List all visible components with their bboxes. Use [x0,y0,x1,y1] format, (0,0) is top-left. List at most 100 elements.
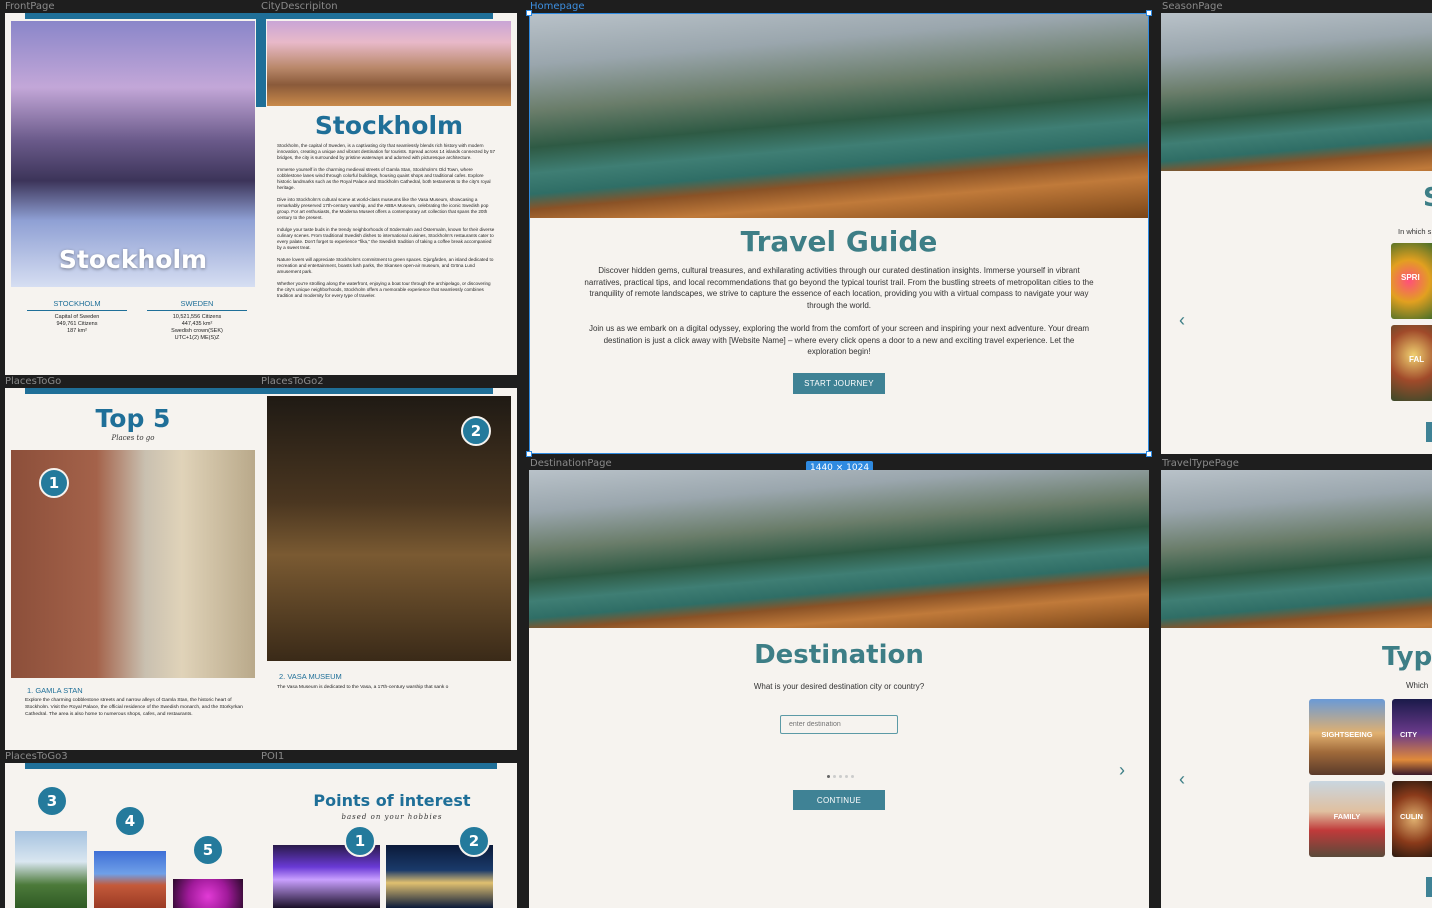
sweden-fact-line: UTC+1(2) ME(S)Z [174,335,220,341]
place3-photo [15,831,87,908]
sweden-fact-line: 447,435 km² [181,321,213,327]
description-paragraph: Dive into Stockholm's cultural scene at … [277,197,489,220]
vasa-museum-title: 2. VASA MUSEUM [279,672,342,681]
frame-homepage[interactable]: Travel Guide Discover hidden gems, cultu… [529,13,1149,454]
next-arrow-icon[interactable]: › [1119,761,1125,779]
poi-title: Points of interest [313,791,471,810]
stockholm-fact-line: 949,761 Citizens [56,321,98,327]
top5-title: Top 5 [95,404,171,433]
continue-button-partial[interactable] [1426,877,1432,897]
continue-button[interactable]: CONTINUE [793,790,885,810]
frame-destinationpage[interactable]: Destination What is your desired destina… [529,470,1149,908]
stockholm-night-photo: Stockholm [11,21,255,287]
frame-traveltypepage[interactable]: Typ Which ‹ SIGHTSEEING CITY FAMILY CULI… [1161,470,1432,908]
sweden-fact-line: 10,521,556 Citizens [172,314,222,320]
frame-label-traveltypepage[interactable]: TravelTypePage [1162,458,1239,469]
start-journey-button[interactable]: START JOURNEY [793,373,885,394]
frame-label-placestogo3[interactable]: PlacesToGo3 [5,751,68,762]
frame-placestogo-spread[interactable]: Top 5 Places to go 1 1. GAMLA STAN Explo… [5,388,517,750]
step-dot-active [827,775,830,778]
resize-handle[interactable] [1146,451,1152,457]
city-description-body: Stockholm, the capital of Sweden, is a c… [277,143,497,305]
place5-photo [173,879,243,908]
frame-placestogo3-spread[interactable]: 3 4 5 Points of interest based on your h… [5,763,517,908]
frame-frontpage-spread[interactable]: Stockholm STOCKHOLM Capital of Sweden 94… [5,13,517,375]
frame-label-placestogo[interactable]: PlacesToGo [5,376,61,387]
city-card-label: CITY [1400,730,1418,739]
front-page-title: Stockholm [58,245,208,274]
travel-type-question: Which [1406,681,1429,690]
place-number-badge: 3 [36,785,68,817]
design-canvas[interactable]: FrontPage CityDescripiton Homepage Seaso… [0,0,1432,908]
frame-label-destinationpage[interactable]: DestinationPage [530,458,612,469]
step-indicator [827,775,854,778]
culinary-card-label: CULIN [1400,812,1423,821]
side-accent-bar [256,19,266,107]
place4-photo [94,851,166,908]
description-paragraph: Whether you're strolling along the water… [277,281,491,298]
spring-card[interactable]: SPRI [1391,243,1432,319]
place-number-badge: 5 [192,834,224,866]
step-dot [833,775,836,778]
vasa-museum-text: The Vasa Museum is dedicated to the Vasa… [277,685,449,690]
frame-label-homepage[interactable]: Homepage [530,1,585,12]
description-paragraph: Indulge your taste buds in the trendy ne… [277,227,495,250]
stockholm-facts: STOCKHOLM Capital of Sweden 949,761 Citi… [27,299,127,335]
frame-label-placestogo2[interactable]: PlacesToGo2 [261,376,324,387]
description-paragraph: Nature lovers will appreciate Stockholm'… [277,257,494,274]
stockholm-fact-line: Capital of Sweden [54,314,100,320]
step-dot [839,775,842,778]
travel-type-title: Typ [1382,642,1432,672]
homepage-join-paragraph: Join us as we embark on a digital odysse… [588,324,1090,357]
hero-lake-photo [1161,13,1432,171]
city-description-title: Stockholm [314,111,464,140]
stockholm-heading: STOCKHOLM [27,299,127,311]
poi-number-badge: 1 [344,825,376,857]
step-dot [845,775,848,778]
sweden-heading: SWEDEN [147,299,247,311]
city-card[interactable]: CITY [1392,699,1432,775]
culinary-card[interactable]: CULIN [1392,781,1432,857]
fall-card-label: FAL [1409,355,1425,364]
sweden-facts: SWEDEN 10,521,556 Citizens 447,435 km² S… [147,299,247,342]
season-question: In which s [1398,227,1432,236]
frame-label-seasonpage[interactable]: SeasonPage [1162,1,1223,12]
place-number-badge: 4 [114,805,146,837]
resize-handle[interactable] [526,451,532,457]
place-number-badge: 2 [461,416,491,446]
destination-input[interactable] [780,715,898,734]
homepage-title: Travel Guide [740,225,938,258]
step-dot [851,775,854,778]
hero-lake-photo [529,13,1149,218]
poi-number-badge: 2 [458,825,490,857]
stockholm-day-photo [267,21,511,106]
hero-lake-photo [1161,470,1432,628]
season-title: S [1423,183,1432,213]
top-accent-bar [25,388,493,394]
homepage-intro-paragraph: Discover hidden gems, cultural treasures… [584,266,1094,310]
frame-label-poi1[interactable]: POI1 [261,751,284,762]
family-card[interactable]: FAMILY [1309,781,1385,857]
gamla-stan-text: Explore the charming cobblestone streets… [25,698,243,717]
spring-card-label: SPRI [1401,273,1420,282]
frame-seasonpage[interactable]: S In which s ‹ SPRI FAL [1161,13,1432,454]
destination-title: Destination [754,640,924,670]
prev-arrow-icon[interactable]: ‹ [1179,311,1185,329]
top-accent-bar [25,763,497,769]
continue-button-partial[interactable] [1426,422,1432,442]
sweden-fact-line: Swedish crown(SEK) [171,328,223,334]
hero-lake-photo [529,470,1149,628]
top5-subtitle: Places to go [111,434,155,442]
gamla-stan-title: 1. GAMLA STAN [27,686,83,695]
sightseeing-card[interactable]: SIGHTSEEING [1309,699,1385,775]
sightseeing-card-label: SIGHTSEEING [1321,730,1373,739]
resize-handle[interactable] [526,10,532,16]
destination-question: What is your desired destination city or… [753,682,925,691]
frame-label-frontpage[interactable]: FrontPage [5,1,55,12]
fall-card[interactable]: FAL [1391,325,1432,401]
frame-label-citydescription[interactable]: CityDescripiton [261,1,338,12]
stockholm-fact-line: 187 km² [67,328,87,334]
resize-handle[interactable] [1146,10,1152,16]
prev-arrow-icon[interactable]: ‹ [1179,770,1185,788]
description-paragraph: Immerse yourself in the charming medieva… [277,167,491,190]
